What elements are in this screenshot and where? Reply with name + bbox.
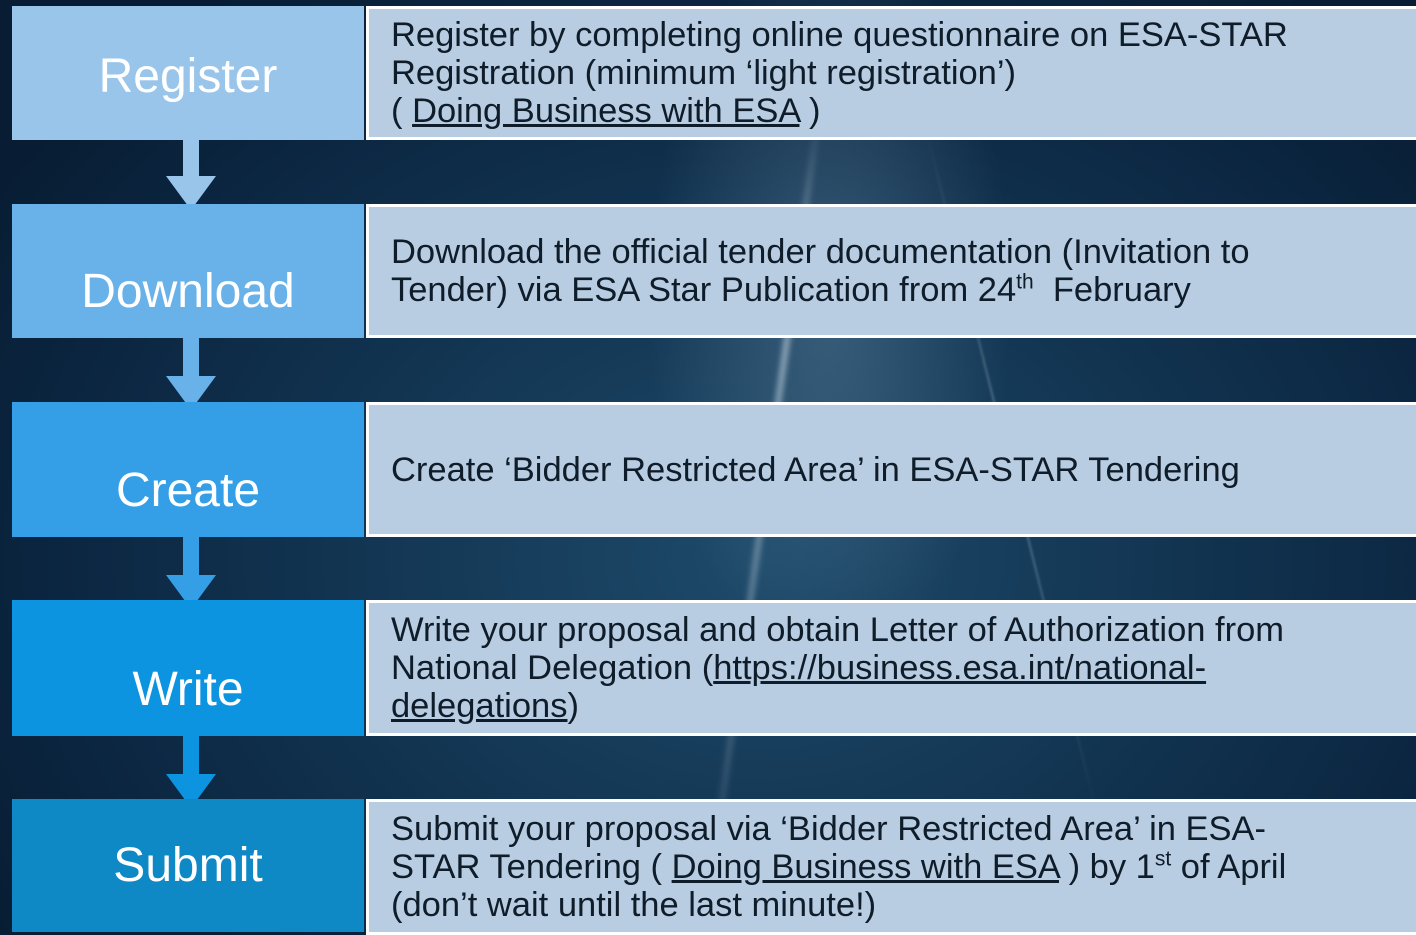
step-write-label: Write — [132, 662, 244, 716]
arrow-down-icon — [166, 537, 216, 609]
step-create-description: Create ‘Bidder Restricted Area’ in ESA-S… — [366, 402, 1416, 537]
step-write-description: Write your proposal and obtain Letter of… — [366, 600, 1416, 736]
submit-desc-sup: st — [1154, 847, 1172, 871]
step-submit-label-box: Submit — [12, 799, 364, 932]
register-desc-paren-open: ( — [391, 92, 413, 130]
national-delegations-link-cont[interactable]: delegations — [391, 687, 567, 725]
register-desc-paren-close: ) — [799, 92, 821, 130]
write-desc-paren-close: ) — [567, 687, 579, 725]
step-write-label-box: Write — [12, 600, 364, 736]
submit-desc-line1: Submit your proposal via ‘Bidder Restric… — [391, 810, 1267, 848]
doing-business-link[interactable]: Doing Business with ESA — [672, 848, 1059, 886]
download-desc-line2-post: February — [1033, 271, 1191, 309]
write-desc-line2: National Delegation ( — [391, 649, 714, 687]
step-create-label: Create — [115, 464, 261, 517]
register-desc-line2: Registration (minimum ‘light registratio… — [391, 54, 1017, 92]
submit-desc-line3: (don’t wait until the last minute!) — [391, 886, 877, 924]
arrow-down-icon — [166, 736, 216, 808]
create-desc-text: Create ‘Bidder Restricted Area’ in ESA-S… — [391, 451, 1240, 489]
step-register-label-box: Register — [12, 6, 364, 140]
step-submit-description: Submit your proposal via ‘Bidder Restric… — [366, 799, 1416, 935]
submit-desc-line2-pre: STAR Tendering ( — [391, 848, 672, 886]
step-submit-label: Submit — [113, 839, 263, 892]
step-register-description: Register by completing online questionna… — [366, 6, 1416, 140]
write-desc-line1: Write your proposal and obtain Letter of… — [391, 611, 1285, 649]
download-desc-line2: Tender) via ESA Star Publication from 24 — [391, 271, 1017, 309]
arrow-down-icon — [166, 140, 216, 210]
step-download-label-box: Download — [12, 204, 364, 338]
download-desc-line1: Download the official tender documentati… — [391, 233, 1250, 271]
download-desc-sup: th — [1016, 270, 1034, 294]
register-desc-line1: Register by completing online questionna… — [391, 16, 1288, 54]
step-download-label: Download — [81, 264, 295, 318]
submit-desc-line2-post: of April — [1171, 848, 1287, 886]
arrow-down-icon — [166, 338, 216, 410]
step-create-label-box: Create — [12, 402, 364, 537]
national-delegations-link[interactable]: https://business.esa.int/national- — [713, 649, 1206, 687]
step-download-description: Download the official tender documentati… — [366, 204, 1416, 338]
step-register-label: Register — [98, 49, 278, 103]
submit-desc-line2-mid: ) by 1 — [1058, 848, 1155, 886]
doing-business-link[interactable]: Doing Business with ESA — [412, 92, 799, 130]
